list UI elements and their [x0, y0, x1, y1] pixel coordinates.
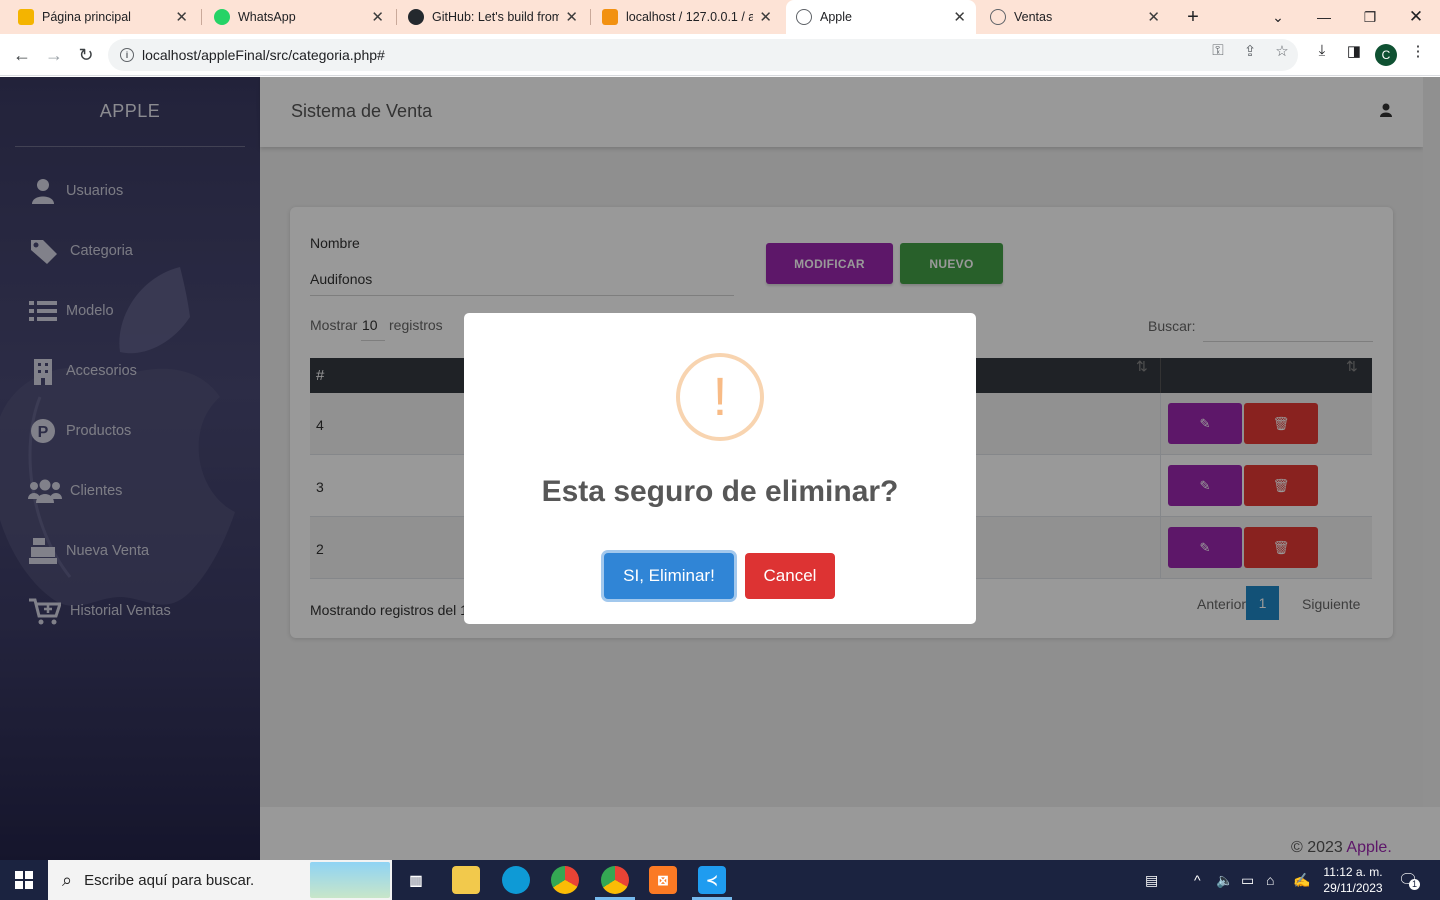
side-panel-icon[interactable]: ◨ — [1342, 42, 1366, 60]
confirm-delete-button[interactable]: SI, Eliminar! — [604, 553, 734, 599]
notification-icon[interactable]: 🗨 1 — [1398, 870, 1420, 890]
minimize-button[interactable]: — — [1301, 0, 1347, 34]
close-icon[interactable]: ✕ — [1147, 8, 1160, 26]
browser-tab[interactable]: GitHub: Let's build from ✕ — [398, 0, 588, 34]
taskbar-clock[interactable]: 11:12 a. m. 29/11/2023 — [1318, 864, 1388, 896]
windows-taskbar: ⌕ Escribe aquí para buscar. ▥ ⊠ ≺ ▤ ^ 🔈 … — [0, 860, 1440, 900]
reload-icon[interactable]: ↻ — [72, 42, 100, 68]
google-sites-icon — [18, 9, 34, 25]
globe-icon — [990, 9, 1006, 25]
file-explorer-icon[interactable] — [452, 866, 480, 894]
close-icon[interactable]: ✕ — [759, 8, 772, 26]
close-icon[interactable]: ✕ — [953, 8, 966, 26]
github-icon — [408, 9, 424, 25]
new-tab-button[interactable]: + — [1170, 0, 1216, 34]
notification-count: 1 — [1409, 879, 1420, 890]
restore-button[interactable]: ❐ — [1347, 0, 1393, 34]
back-arrow-icon[interactable]: ← — [8, 42, 36, 68]
browser-tab[interactable]: localhost / 127.0.0.1 / a ✕ — [592, 0, 782, 34]
windows-start-icon[interactable] — [0, 860, 48, 900]
confirm-delete-dialog: ! Esta seguro de eliminar? SI, Eliminar!… — [464, 313, 976, 624]
bookmark-star-icon[interactable]: ☆ — [1270, 42, 1294, 60]
forward-arrow-icon[interactable]: → — [40, 42, 68, 68]
key-icon[interactable]: ⚿ — [1206, 42, 1230, 59]
close-icon[interactable]: ✕ — [371, 8, 384, 26]
chrome-icon[interactable] — [551, 866, 579, 894]
browser-tab-active[interactable]: Apple ✕ — [786, 0, 976, 34]
cancel-button[interactable]: Cancel — [745, 553, 835, 599]
battery-icon[interactable]: ⌂ — [1266, 872, 1274, 888]
pen-icon[interactable]: ✍ — [1293, 872, 1310, 889]
close-icon[interactable]: ✕ — [565, 8, 578, 26]
globe-icon — [796, 9, 812, 25]
phpmyadmin-icon — [602, 9, 618, 25]
warning-icon: ! — [676, 353, 764, 441]
xampp-icon[interactable]: ⊠ — [649, 866, 677, 894]
close-icon[interactable]: ✕ — [175, 8, 188, 26]
profile-avatar[interactable]: C — [1375, 44, 1397, 66]
site-info-icon[interactable]: i — [120, 48, 134, 62]
clock-date: 29/11/2023 — [1323, 881, 1383, 895]
network-icon[interactable]: ▭ — [1241, 872, 1254, 889]
url-field[interactable]: i localhost/appleFinal/src/categoria.php… — [108, 39, 1298, 71]
task-view-icon[interactable]: ▥ — [402, 866, 430, 894]
tab-separator — [201, 9, 202, 25]
clock-time: 11:12 a. m. — [1323, 865, 1383, 879]
taskbar-search-placeholder: Escribe aquí para buscar. — [84, 871, 255, 889]
search-icon: ⌕ — [62, 869, 73, 890]
edge-icon[interactable] — [502, 866, 530, 894]
browser-tab[interactable]: Ventas ✕ — [980, 0, 1170, 34]
share-icon[interactable]: ⇪ — [1238, 42, 1262, 60]
vscode-icon[interactable]: ≺ — [698, 866, 726, 894]
volume-muted-icon[interactable]: 🔈 — [1216, 872, 1233, 889]
taskbar-search[interactable]: ⌕ Escribe aquí para buscar. — [48, 860, 392, 900]
news-widget-icon[interactable]: ▤ — [1145, 872, 1158, 889]
tab-separator — [396, 9, 397, 25]
browser-tab-strip: Página principal ✕ WhatsApp ✕ GitHub: Le… — [0, 0, 1440, 34]
search-highlight-image — [310, 862, 390, 898]
dialog-title: Esta seguro de eliminar? — [541, 475, 899, 508]
menu-dots-icon[interactable]: ⋮ — [1406, 42, 1430, 60]
tab-separator — [590, 9, 591, 25]
whatsapp-icon — [214, 9, 230, 25]
browser-tab[interactable]: WhatsApp ✕ — [204, 0, 394, 34]
browser-tab[interactable]: Página principal ✕ — [8, 0, 198, 34]
address-bar-row: ← → ↻ i localhost/appleFinal/src/categor… — [0, 34, 1440, 76]
url-text: localhost/appleFinal/src/categoria.php# — [142, 47, 385, 63]
close-window-button[interactable]: ✕ — [1393, 0, 1439, 34]
download-icon[interactable]: ⤓ — [1310, 42, 1334, 59]
tab-search-chevron-icon[interactable]: ⌄ — [1255, 0, 1301, 34]
chrome-profile-icon[interactable] — [601, 866, 629, 894]
tray-chevron-icon[interactable]: ^ — [1194, 872, 1201, 888]
